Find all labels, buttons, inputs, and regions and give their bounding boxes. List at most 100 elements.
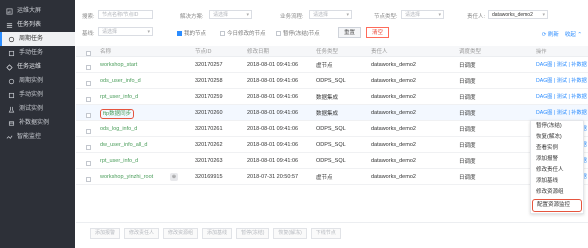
sidebar: 运维大屏 任务列表周期任务手动任务任务运维周期实例 手动实例测试实例补数据实例 智能监… [0, 0, 75, 248]
owner-select[interactable]: dataworks_demo2 ▾ [488, 10, 548, 19]
schedule-type: 日调度 [459, 62, 476, 69]
sidebar-item-9[interactable]: 智能监控 [0, 130, 75, 144]
owner: dataworks_demo2 [371, 109, 416, 116]
paused-node-checkbox[interactable]: 暂停(冻结)节点 [276, 29, 320, 37]
modified-today-checkbox[interactable]: 今日修改的节点 [220, 29, 266, 37]
sidebar-item-label: 测试实例 [19, 106, 44, 112]
base-line-select[interactable]: 请选择 ▾ [98, 27, 153, 36]
modified-time: 2018-08-01 09:41:06 [247, 93, 299, 100]
node-id: 320170260 [195, 109, 223, 116]
node-name-text: rpt_user_info_d [100, 157, 139, 164]
menu-item[interactable]: 添加报警 [531, 154, 583, 165]
my-node-checkbox[interactable]: 我的节点 [177, 29, 206, 37]
row-actions[interactable]: DAG图 | 测试 | 补数据 | 更多 [536, 61, 588, 68]
node-name-link[interactable]: ftp数据同步 [100, 108, 195, 119]
node-name-link[interactable]: rpt_user_info_d [100, 158, 195, 164]
owner: dataworks_demo2 [371, 141, 416, 148]
bulk-action-button[interactable]: 添加报警 [90, 228, 121, 239]
bulk-action-button[interactable]: 添加基线 [202, 228, 233, 239]
task-type: 虚节点 [316, 62, 333, 69]
node-type-select[interactable]: 请选择 ▾ [401, 10, 444, 19]
modified-time: 2018-07-31 20:50:57 [247, 173, 299, 180]
monitor-icon [6, 134, 13, 141]
schedule-type: 日调度 [459, 126, 476, 133]
row-actions[interactable]: DAG图 | 测试 | 补数据 | 更多 [536, 77, 588, 84]
node-name-link[interactable]: rpt_user_info_d [100, 94, 195, 100]
table-row[interactable]: workshop_yinzhi_root ⊕ 320169915 2018-07-31… [76, 169, 588, 185]
expand-icon[interactable]: ⊕ [170, 172, 178, 181]
task-type: 数据集成 [316, 110, 339, 117]
search-input[interactable]: 节点名称/节点ID [98, 10, 153, 19]
menu-item[interactable]: 修改资源组 [531, 187, 583, 198]
task-type: 数据集成 [316, 94, 339, 101]
bulk-action-button[interactable]: 恢复(解冻) [273, 228, 307, 239]
menu-item[interactable]: 修改责任人 [531, 165, 583, 176]
top-right-links: ⟳ 刷新 收起 ⌃ [542, 30, 582, 38]
sidebar-item-0[interactable]: 运维大屏 [0, 4, 75, 18]
business-label: 业务流程: [280, 14, 304, 20]
row-actions[interactable]: DAG图 | 测试 | 补数据 | 更多 [536, 93, 588, 100]
sidebar-item-6[interactable]: 手动实例 [0, 88, 75, 102]
menu-item[interactable]: 添加基线 [531, 176, 583, 187]
checkbox-icon [85, 176, 91, 182]
menu-item[interactable]: 配置资源监控 [532, 199, 582, 212]
node-id: 320169915 [195, 173, 223, 180]
row-actions-text: DAG图 | 测试 | 补数据 | [536, 110, 588, 116]
owner: dataworks_demo2 [371, 61, 416, 68]
table-row[interactable]: dw_user_info_all_d 320170262 2018-08-01 09… [76, 137, 588, 153]
table-row[interactable]: rpt_user_info_d 320170263 2018-08-01 09:41… [76, 153, 588, 169]
sidebar-item-7[interactable]: 测试实例 [0, 102, 75, 116]
sidebar-item-5[interactable]: 周期实例 [0, 74, 75, 88]
schedule-type: 日调度 [459, 158, 476, 165]
checkbox-icon [85, 144, 91, 150]
sidebar-item-2[interactable]: 周期任务 [0, 32, 75, 46]
hand-icon [8, 92, 15, 99]
node-id: 320170257 [195, 61, 223, 68]
search-label: 搜索: [82, 14, 95, 20]
node-name-link[interactable]: dw_user_info_all_d [100, 142, 195, 148]
business-select[interactable]: 请选择 ▾ [309, 10, 352, 19]
bulk-action-button[interactable]: 修改资源组 [163, 228, 199, 239]
node-id: 320170262 [195, 141, 223, 148]
menu-item[interactable]: 恢复(解冻) [531, 132, 583, 143]
table-row[interactable]: workshop_start 320170257 2018-08-01 09:41:… [76, 57, 588, 73]
node-type-label: 节点类型: [374, 14, 398, 20]
node-name-text: workshop_yinzhi_root [100, 173, 154, 180]
reset-button[interactable]: 清空 [366, 27, 390, 38]
row-actions[interactable]: DAG图 | 测试 | 补数据 | 更多 ▾ [536, 109, 588, 116]
hand-icon [8, 50, 15, 57]
chevron-down-icon: ▾ [246, 12, 249, 18]
search-button[interactable]: 重置 [338, 27, 362, 38]
solution-select[interactable]: 请选择 ▾ [209, 10, 252, 19]
header-id: 节点ID [195, 49, 212, 55]
bottom-action-bar: 添加报警 修改责任人 修改资源组 添加基线 暂停(冻结) 恢复(解冻) 下线节点 [76, 222, 588, 244]
sidebar-item-3[interactable]: 手动任务 [0, 46, 75, 60]
menu-item[interactable]: 暂停(冻结) [531, 121, 583, 132]
owner: dataworks_demo2 [371, 93, 416, 100]
node-name-link[interactable]: workshop_yinzhi_root ⊕ [100, 172, 195, 181]
table-row[interactable]: ods_user_info_d 320170258 2018-08-01 09:41… [76, 73, 588, 89]
node-name-link[interactable]: ods_log_info_d [100, 126, 195, 132]
collapse-link[interactable]: 收起 ⌃ [565, 30, 582, 38]
table-row[interactable]: ods_log_info_d 320170261 2018-08-01 09:41:… [76, 121, 588, 137]
bulk-action-button[interactable]: 修改责任人 [124, 228, 160, 239]
bulk-action-button[interactable]: 暂停(冻结) [236, 228, 270, 239]
sidebar-item-4[interactable]: 任务运维 [0, 60, 75, 74]
node-name-link[interactable]: workshop_start [100, 62, 195, 68]
node-name-link[interactable]: ods_user_info_d [100, 78, 195, 84]
node-name-text: ods_log_info_d [100, 125, 138, 132]
bulk-action-button[interactable]: 下线节点 [310, 228, 341, 239]
node-name-text: workshop_start [100, 61, 138, 68]
modified-today-text: 今日修改的节点 [227, 31, 266, 37]
menu-item[interactable]: 查看实例 [531, 143, 583, 154]
refresh-link[interactable]: ⟳ 刷新 [542, 30, 559, 38]
sidebar-item-8[interactable]: 补数据实例 [0, 116, 75, 130]
my-node-text: 我的节点 [184, 31, 207, 37]
table-row[interactable]: rpt_user_info_d 320170259 2018-08-01 09:41… [76, 89, 588, 105]
table-row[interactable]: ftp数据同步 320170260 2018-08-01 09:41:06 数据集成 d… [76, 105, 588, 121]
sidebar-item-label: 周期任务 [19, 36, 44, 42]
node-id: 320170263 [195, 157, 223, 164]
sidebar-item-1[interactable]: 任务列表 [0, 18, 75, 32]
sidebar-item-label: 任务运维 [17, 64, 42, 70]
list-icon [6, 22, 13, 29]
